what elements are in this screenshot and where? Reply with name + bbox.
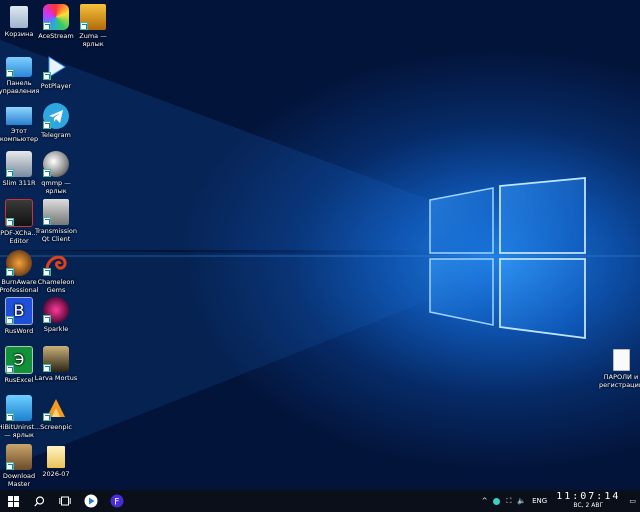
download-master-icon (6, 444, 32, 470)
desktop-icon-folder-2026-07[interactable]: 2026-07 (33, 444, 79, 478)
desktop-icon-screenpic[interactable]: Screenpic (33, 395, 79, 431)
desktop-icon-qmmp[interactable]: qmmp — ярлык (33, 151, 79, 195)
chevron-up-icon[interactable]: ^ (482, 497, 488, 505)
play-circle-icon (84, 494, 98, 508)
desktop-icon-telegram[interactable]: Telegram (33, 103, 79, 139)
rusword-icon: B (5, 297, 33, 325)
zuma-icon (80, 4, 106, 30)
search-button[interactable] (26, 490, 52, 512)
potplayer-icon (43, 54, 69, 80)
folder-icon (47, 446, 65, 468)
desktop-icon-chameleon-gems[interactable]: Chameleon Gems (33, 250, 79, 294)
volume-icon[interactable]: 🔈 (517, 497, 526, 505)
hibit-uninstaller-icon (6, 395, 32, 421)
desktop-icon-potplayer[interactable]: PotPlayer (33, 54, 79, 90)
network-icon[interactable]: ⛶ (506, 497, 511, 506)
taskbar-app-browser[interactable]: F (104, 490, 130, 512)
system-tray: ^ ⛶ 🔈 ENG 11:07:14 ВС, 2 АВГ ▭ (479, 490, 640, 512)
recycle-bin-icon (10, 6, 28, 28)
text-document-icon (612, 349, 630, 371)
start-button[interactable] (0, 490, 26, 512)
svg-text:F: F (114, 498, 119, 508)
language-indicator[interactable]: ENG (532, 497, 547, 505)
desktop-icon-passwords-doc[interactable]: ПАРОЛИ и регистрации (597, 347, 640, 389)
browser-app-icon: F (110, 494, 124, 508)
wallpaper-windows-logo (0, 40, 640, 470)
slim-app-icon (6, 151, 32, 177)
larva-mortus-icon (43, 346, 69, 372)
notification-icon[interactable]: ▭ (629, 497, 636, 505)
windows-logo-icon (7, 495, 19, 507)
acestream-icon (43, 4, 69, 30)
clock-date: ВС, 2 АВГ (573, 502, 604, 509)
desktop-icon-zuma[interactable]: Zuma — ярлык (70, 4, 116, 48)
control-panel-icon (6, 57, 32, 77)
qmmp-icon (43, 151, 69, 177)
taskbar-app-potplayer[interactable] (78, 490, 104, 512)
telegram-icon (43, 103, 69, 129)
transmission-icon (43, 199, 69, 225)
screenpic-icon (43, 395, 69, 421)
computer-icon (6, 107, 32, 125)
desktop-icon-sparkle[interactable]: Sparkle (33, 297, 79, 333)
search-icon (33, 495, 44, 506)
desktop-icon-transmission[interactable]: Transmission Qt Client (33, 199, 79, 243)
pdf-editor-icon (5, 199, 33, 227)
task-view-icon (59, 496, 71, 506)
task-view-button[interactable] (52, 490, 78, 512)
chameleon-icon (43, 250, 69, 276)
tray-app-icon[interactable] (493, 497, 501, 505)
rusexcel-icon: Э (5, 346, 33, 374)
desktop-icon-larva-mortus[interactable]: Larva Mortus (33, 346, 79, 382)
clock-time: 11:07:14 (556, 491, 621, 502)
burnaware-icon (6, 250, 32, 276)
clock[interactable]: 11:07:14 ВС, 2 АВГ (556, 492, 620, 510)
sparkle-icon (43, 297, 69, 323)
